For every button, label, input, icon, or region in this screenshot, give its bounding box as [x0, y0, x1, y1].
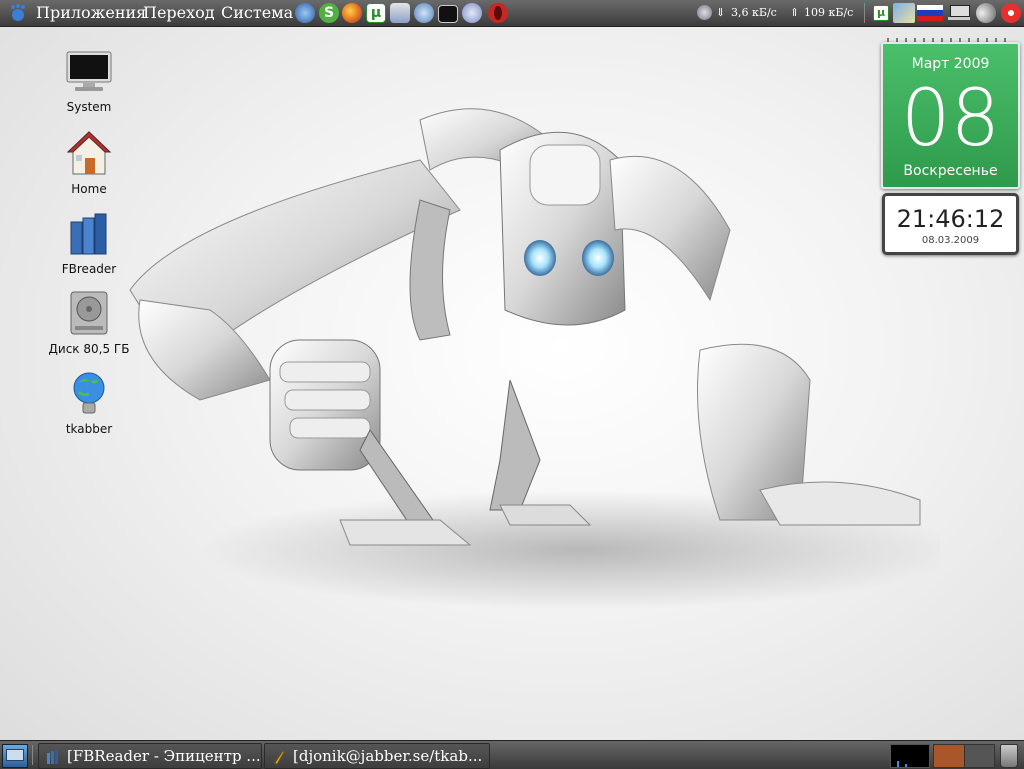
flag-icon[interactable]: [893, 3, 915, 23]
net-upload-rate: 109 кБ/с: [804, 6, 854, 19]
main-menu-logo-icon[interactable]: [8, 3, 28, 23]
calendar-month: Март 2009: [911, 56, 990, 72]
fbreader-task-icon: [45, 748, 61, 764]
workspace-switcher[interactable]: [933, 744, 995, 768]
filemanager-icon[interactable]: [390, 3, 410, 23]
taskbar-item-fbreader[interactable]: [FBReader - Эпицентр ...: [38, 743, 262, 769]
firefox-icon[interactable]: [342, 3, 362, 23]
utorrent-tray-icon[interactable]: µ: [873, 5, 889, 21]
taskbar-item-tkabber[interactable]: [djonik@jabber.se/tkab...: [264, 743, 490, 769]
home-icon: [66, 131, 112, 175]
terminal-icon[interactable]: [438, 5, 458, 23]
monitor-icon: [66, 51, 112, 91]
menu-places[interactable]: Переход: [143, 0, 215, 26]
show-desktop-icon: [6, 749, 24, 761]
trash-icon[interactable]: [1000, 744, 1018, 768]
workspace-1[interactable]: [933, 744, 965, 768]
calendar-widget[interactable]: Март 2009 08 Воскресенье: [881, 42, 1020, 189]
volume-icon[interactable]: [976, 3, 996, 23]
tkabber-task-icon: [271, 748, 287, 765]
taskbar-item-label: [djonik@jabber.se/tkab...: [293, 747, 483, 765]
harddisk-icon: [70, 291, 108, 335]
upload-arrow-icon: ⇑: [790, 6, 800, 19]
system-monitor-graph[interactable]: [890, 744, 930, 768]
transmission-icon[interactable]: [414, 3, 434, 23]
menu-applications[interactable]: Приложения: [36, 0, 146, 26]
bulb-icon: [73, 372, 105, 414]
show-desktop-button[interactable]: [2, 744, 28, 768]
net-download-rate: 3,6 кБ/с: [731, 6, 777, 19]
skype-icon[interactable]: S: [319, 3, 339, 23]
menu-system[interactable]: Система: [221, 0, 293, 26]
books-icon: [70, 213, 107, 255]
update-icon[interactable]: [1001, 3, 1021, 23]
calendar-weekday: Воскресенье: [903, 163, 998, 179]
keyboard-layout-icon[interactable]: [917, 5, 943, 21]
pidgin-icon[interactable]: [462, 3, 482, 23]
clock-widget[interactable]: 21:46:12 08.03.2009: [882, 193, 1019, 255]
download-arrow-icon: ⇓: [716, 6, 726, 19]
taskbar-item-label: [FBReader - Эпицентр ...: [67, 747, 261, 765]
panel-separator: [864, 3, 865, 23]
top-panel: Приложения Переход Система S µ ⇓ 3,6 кБ/…: [0, 0, 1024, 27]
network-icon[interactable]: [948, 5, 970, 21]
network-monitor-icon: [697, 5, 712, 20]
panel-separator: [32, 745, 33, 765]
opera-icon[interactable]: [488, 3, 508, 23]
workspace-2[interactable]: [964, 744, 995, 768]
thunderbird-icon[interactable]: [295, 3, 315, 23]
clock-time: 21:46:12: [896, 205, 1005, 233]
wallpaper-robot-illustration: [129, 108, 940, 610]
clock-date: 08.03.2009: [921, 235, 980, 246]
bottom-panel: [FBReader - Эпицентр ... [djonik@jabber.…: [0, 740, 1024, 769]
calendar-day: 08: [900, 74, 1001, 164]
utorrent-icon[interactable]: µ: [366, 3, 386, 23]
